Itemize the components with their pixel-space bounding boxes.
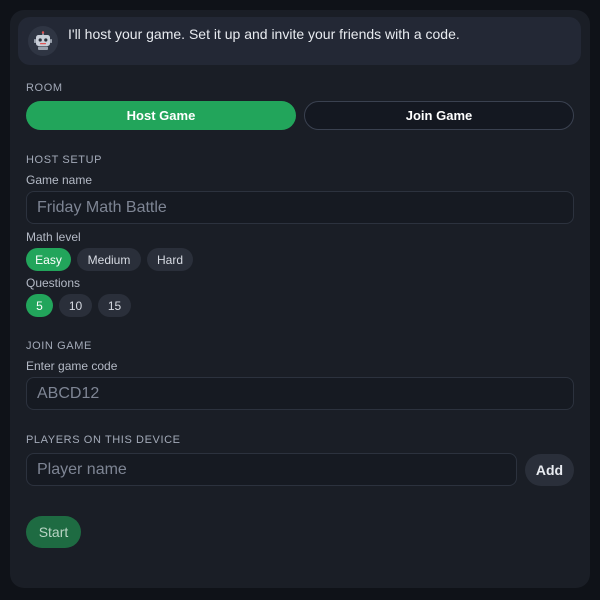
math-level-label: Math level: [26, 230, 81, 244]
questions-15-chip[interactable]: 15: [98, 294, 131, 317]
math-level-chip-group: Easy Medium Hard: [26, 248, 193, 271]
room-section-label: ROOM: [26, 82, 63, 94]
players-section-label: PLAYERS ON THIS DEVICE: [26, 434, 181, 446]
game-code-label: Enter game code: [26, 359, 118, 373]
start-button[interactable]: Start: [26, 516, 81, 548]
questions-10-chip[interactable]: 10: [59, 294, 92, 317]
add-player-button[interactable]: Add: [525, 454, 574, 486]
host-setup-section-label: HOST SETUP: [26, 154, 103, 166]
questions-chip-group: 5 10 15: [26, 294, 131, 317]
assistant-message-bubble: I'll host your game. Set it up and invit…: [18, 17, 581, 65]
join-game-section-label: JOIN GAME: [26, 340, 92, 352]
questions-label: Questions: [26, 276, 81, 290]
host-game-button[interactable]: Host Game: [26, 101, 296, 130]
game-name-input[interactable]: [26, 191, 574, 224]
assistant-message-text: I'll host your game. Set it up and invit…: [68, 26, 460, 42]
game-code-input[interactable]: [26, 377, 574, 410]
math-level-hard-chip[interactable]: Hard: [147, 248, 193, 271]
math-level-medium-chip[interactable]: Medium: [77, 248, 141, 271]
join-game-button[interactable]: Join Game: [304, 101, 574, 130]
questions-5-chip[interactable]: 5: [26, 294, 53, 317]
robot-icon: [28, 26, 58, 56]
math-level-easy-chip[interactable]: Easy: [26, 248, 71, 271]
game-name-label: Game name: [26, 173, 93, 187]
player-name-input[interactable]: [26, 453, 517, 486]
